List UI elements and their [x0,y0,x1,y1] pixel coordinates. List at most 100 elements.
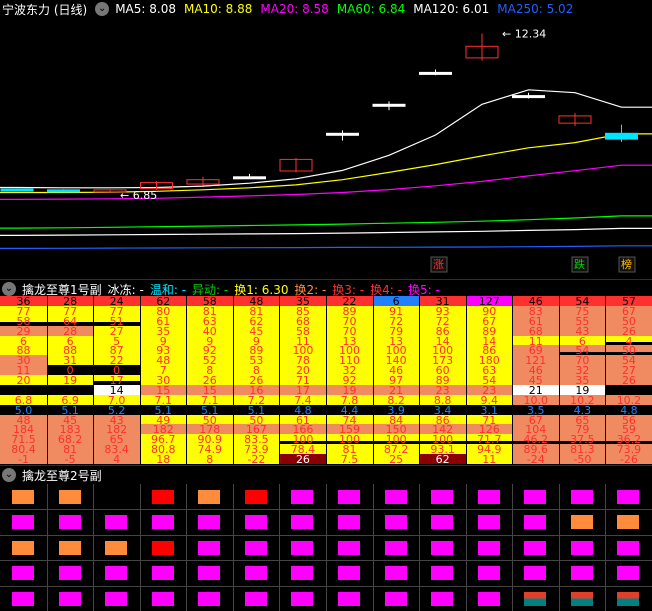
panel1-cell: 89.6 [512,444,560,455]
signal-square [617,566,640,581]
panel1-legend-item: 冰冻: - [107,282,144,297]
panel1-cell: 20 [279,365,327,376]
panel1-cell: 88 [0,345,48,356]
panel1-cell: -24 [512,454,560,465]
signal-square [477,515,500,530]
panel1-cell: 74.9 [186,444,234,455]
panel1-cell: 43 [93,414,141,425]
ma-label-ma5: MA5: 8.08 [115,2,176,16]
panel1-cell: 7.8 [325,394,374,405]
panel1-cell: 11 [279,335,327,346]
panel1-cell: 62 [232,315,280,326]
grid-separator [93,484,95,611]
panel1-cell: 23 [419,384,467,396]
panel1-cell: 100 [279,345,327,356]
panel1-cell: 91 [372,305,420,317]
signal-square [431,540,454,555]
grid-separator [465,296,467,464]
panel1-cell: 24 [93,296,141,307]
panel1-cell: 46 [512,296,560,307]
panel1-title[interactable]: 擒龙至尊1号副 [22,281,102,298]
panel1-cell: 48 [0,414,48,425]
panel1-grid[interactable]: 36 28 24 62 58 48 35 22 6 31 127 46 54 57 77 77 77 80 81 81… [0,296,652,465]
panel1-cell: 7.4 [279,394,327,405]
badge-1[interactable]: 跌 [574,257,585,271]
signal-square [291,515,314,530]
panel1-cell: 26 [279,454,327,465]
chevron-down-icon[interactable]: ⌄ [2,468,16,482]
panel1-cell: 68 [279,315,327,326]
signal-square [151,540,174,555]
signal-square [384,540,407,555]
panel1-cell: 159 [325,424,374,435]
panel1-cell: 86 [419,414,467,425]
panel1-cell: 93 [419,305,467,317]
panel1-cell: 4.8 [605,404,652,415]
panel1-cell: 61 [279,414,327,425]
signal-square [291,490,314,504]
panel1-cell: 62 [419,454,467,465]
panel1-cell: 45 [46,414,94,425]
panel1-cell: 83.4 [93,444,141,455]
signal-square [477,566,500,581]
panel1-cell: 90 [465,305,513,317]
panel1-cell [0,384,48,396]
signal-square [337,515,360,530]
panel1-cell: 54 [558,296,606,307]
panel1-cell: -26 [605,454,652,465]
panel1-cell: 77 [93,305,141,317]
chevron-down-icon[interactable]: ⌄ [95,2,110,16]
badge-0[interactable]: 涨 [433,258,444,271]
panel1-cell: 50 [605,345,652,356]
panel1-cell: -1 [0,454,48,465]
panel1-cell: 17 [93,375,141,386]
signal-square [105,515,128,530]
panel1-cell [605,384,652,396]
signal-square [431,591,454,606]
signal-square [617,591,640,606]
panel1-cell: 8.2 [372,394,420,405]
panel1-cell: 3.5 [512,404,560,415]
panel1-cell: 40 [186,325,234,336]
candle-body [0,188,34,192]
panel1-cell: 46.2 [512,434,560,445]
grid-separator [0,534,652,536]
panel1-cell: 72 [372,315,420,326]
panel1-cell: 9 [232,335,280,346]
panel1-cell: 35 [558,375,606,386]
panel1-cell: 121 [512,355,560,366]
panel1-cell: 3.9 [372,404,420,415]
badge-2[interactable]: 榜 [621,257,632,271]
grid-separator [279,296,281,464]
panel1-cell: 71 [465,414,513,425]
stock-title[interactable]: 宁波东力 (日线) [2,1,87,18]
panel1-cell: 9 [139,335,187,346]
panel1-cell: 7.2 [232,394,280,405]
panel1-cell: 4 [93,454,141,465]
panel1-cell: 182 [139,424,187,435]
panel1-cell: 58 [186,296,234,307]
signal-square [384,566,407,581]
signal-square [244,515,267,530]
signal-square [477,490,500,504]
panel1-cell: -22 [232,454,280,465]
panel1-cell: 32 [325,365,374,376]
panel1-cell: 87.2 [372,444,420,455]
candle-body [605,132,638,140]
panel2-grid[interactable] [0,484,652,611]
panel2-title[interactable]: 擒龙至尊2号副 [22,467,102,484]
panel1-cell: 50 [186,414,234,425]
signal-square [105,591,128,606]
grid-separator [419,484,421,611]
chevron-down-icon[interactable]: ⌄ [2,282,16,296]
grid-separator [558,296,560,464]
candle-body [372,103,406,107]
signal-square [291,540,314,555]
panel1-cell: 4.8 [279,404,327,415]
price-chart[interactable]: ← 12.34 ← 6.85 涨 跌 榜 [0,18,652,280]
panel1-cell: 14 [93,384,141,396]
panel1-cell: 60 [419,365,467,376]
candle-body [47,189,80,193]
panel1-legend-item: 异动: - [192,282,229,297]
signal-square [105,566,128,581]
